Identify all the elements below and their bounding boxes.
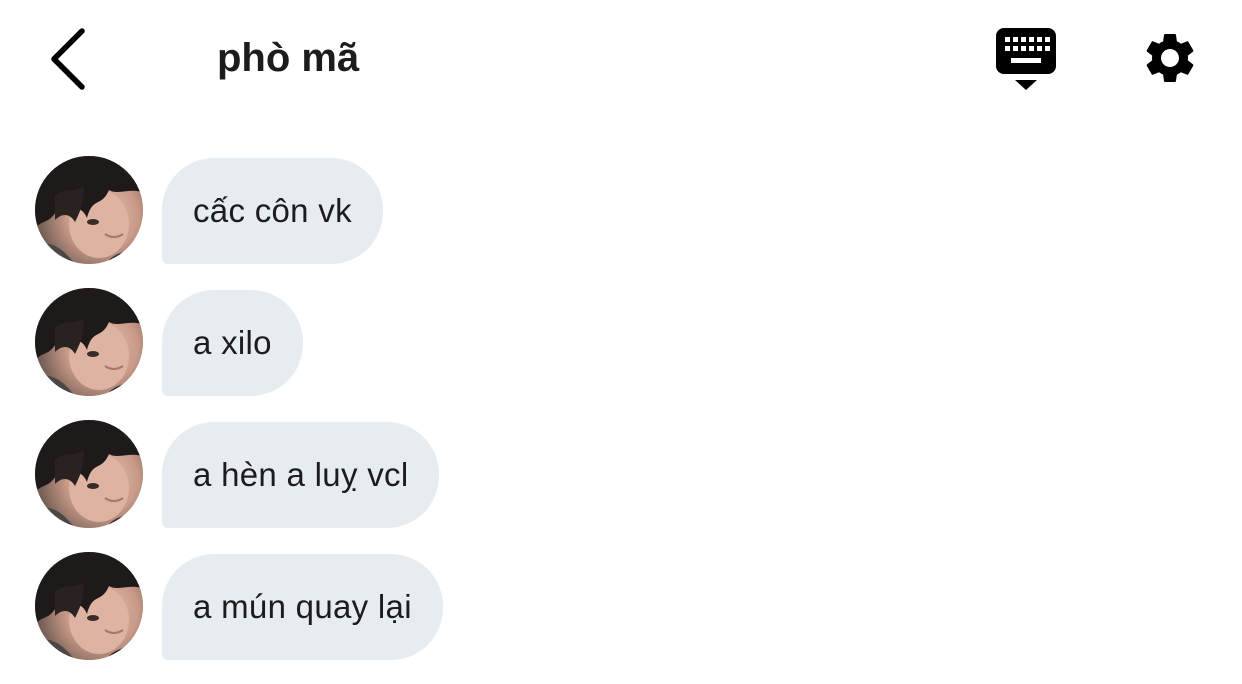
conversation-title: phò mã (217, 36, 360, 80)
keyboard-toggle-button[interactable] (990, 26, 1062, 96)
keyboard-icon (996, 28, 1056, 90)
message-row: a xilo (0, 288, 1242, 420)
message-row: a mún quay lại (0, 552, 1242, 684)
message-list[interactable]: cấc côn vk a xilo a hèn a luỵ vcl a mún … (0, 156, 1242, 684)
avatar[interactable] (35, 156, 143, 264)
message-bubble[interactable]: a hèn a luỵ vcl (162, 422, 440, 528)
back-button[interactable] (40, 24, 96, 94)
avatar[interactable] (35, 552, 143, 660)
chevron-left-icon (51, 28, 85, 90)
message-row: a hèn a luỵ vcl (0, 420, 1242, 552)
chat-header: phò mã (0, 0, 1242, 120)
message-bubble[interactable]: a mún quay lại (162, 554, 443, 660)
gear-icon (1146, 33, 1194, 82)
avatar[interactable] (35, 288, 143, 396)
message-bubble[interactable]: a xilo (162, 290, 303, 396)
message-row: cấc côn vk (0, 156, 1242, 288)
avatar[interactable] (35, 420, 143, 528)
settings-button[interactable] (1136, 24, 1204, 92)
message-bubble[interactable]: cấc côn vk (162, 158, 383, 264)
